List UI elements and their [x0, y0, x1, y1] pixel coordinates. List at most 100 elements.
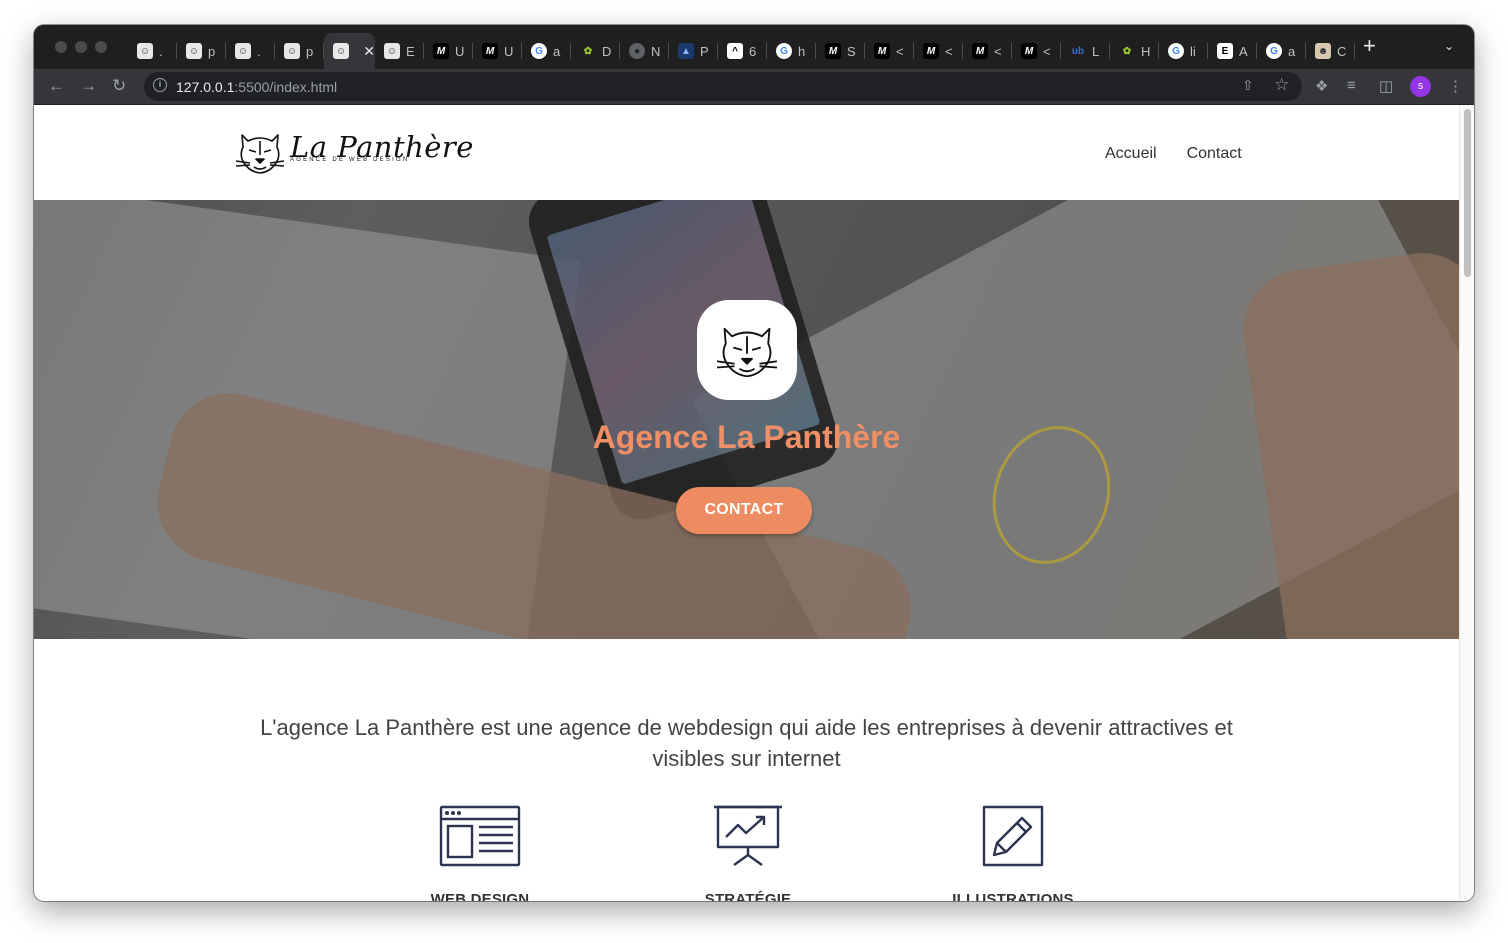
medium-favicon-icon: M	[874, 43, 890, 59]
tab-search-chevron-icon[interactable]: ⌄	[1444, 39, 1454, 53]
browser-tab[interactable]: ☺.	[128, 33, 177, 69]
medium-favicon-icon: M	[482, 43, 498, 59]
hero-title: Agence La Panthère	[592, 419, 901, 455]
site-info-icon[interactable]: i	[153, 78, 167, 92]
url-text[interactable]: 127.0.0.1:5500/index.html	[176, 79, 337, 95]
medium-favicon-icon: M	[923, 43, 939, 59]
new-tab-button[interactable]: +	[1363, 35, 1376, 57]
tab-title: L	[1092, 43, 1100, 59]
browser-tab[interactable]: M <	[865, 33, 914, 69]
service-label: ILLUSTRATIONS	[952, 891, 1074, 901]
browser-menu-icon[interactable]: ⋮	[1448, 77, 1463, 95]
service-label: STRATÉGIE	[704, 891, 792, 901]
tab-title: S	[847, 43, 856, 59]
browser-tab[interactable]: ☺ ✕	[324, 33, 375, 69]
share-icon[interactable]: ⇧	[1242, 77, 1254, 94]
side-panel-icon[interactable]: ◫	[1379, 77, 1393, 95]
bookmark-star-icon[interactable]: ☆	[1274, 75, 1289, 95]
browser-tab[interactable]: ☺ E	[375, 33, 424, 69]
panther-favicon-icon: ☺	[186, 43, 202, 59]
panther-favicon-icon: ☺	[284, 43, 300, 59]
service-illustrations: ILLUSTRATIONS	[903, 805, 1123, 901]
site-header: La Panthère AGENCE DE WEB DESIGN Accueil…	[34, 105, 1459, 200]
hero-banner: Agence La Panthère CONTACT	[34, 200, 1459, 639]
tab-title: A	[1239, 43, 1248, 59]
arrow-favicon-icon: ^	[727, 43, 743, 59]
medium-favicon-icon: M	[1021, 43, 1037, 59]
reading-list-icon[interactable]: ≡	[1347, 77, 1356, 94]
profile-avatar[interactable]: s	[1410, 76, 1431, 97]
browser-tab[interactable]: M <	[914, 33, 963, 69]
tab-list: ☺. ☺ p ☺. ☺ p ☺ ✕ ☺ E M U M U Ga ✿ D ● N ▲ P ^ 6 Gh M S M < M < M < M < ub…	[128, 33, 1355, 69]
panther-favicon-icon: ☺	[235, 43, 251, 59]
extensions-puzzle-icon[interactable]: ❖	[1315, 77, 1328, 95]
browser-tab[interactable]: ▲ P	[669, 33, 718, 69]
browser-tab[interactable]: ✿ D	[571, 33, 620, 69]
forward-arrow-icon[interactable]: →	[80, 76, 97, 96]
logo-subtitle: AGENCE DE WEB DESIGN	[290, 157, 410, 163]
google-favicon-icon: G	[531, 43, 547, 59]
browser-tab[interactable]: ub L	[1061, 33, 1110, 69]
service-web-design: WEB DESIGN	[370, 805, 590, 901]
browser-tab[interactable]: ^ 6	[718, 33, 767, 69]
tab-title: a	[1288, 43, 1296, 59]
google-favicon-icon: G	[1168, 43, 1184, 59]
minimize-window-button[interactable]	[75, 41, 87, 53]
browser-toolbar: ← → ↻ i 127.0.0.1:5500/index.html ⇧ ☆ ❖ …	[34, 69, 1474, 104]
browser-tab[interactable]: ☺.	[226, 33, 275, 69]
e-favicon-icon: E	[1217, 43, 1233, 59]
browser-tab[interactable]: MS	[816, 33, 865, 69]
site-logo[interactable]: La Panthère AGENCE DE WEB DESIGN	[232, 125, 473, 179]
tab-title: p	[208, 43, 216, 59]
tab-title: <	[1043, 43, 1051, 59]
browser-tab[interactable]: M <	[963, 33, 1012, 69]
browser-tab[interactable]: Ga	[522, 33, 571, 69]
browser-tab[interactable]: Gli	[1159, 33, 1208, 69]
main-nav: Accueil Contact	[1105, 145, 1242, 163]
browser-window: ☺. ☺ p ☺. ☺ p ☺ ✕ ☺ E M U M U Ga ✿ D ● N ▲ P ^ 6 Gh M S M < M < M < M < ub…	[34, 25, 1474, 901]
browser-tab[interactable]: ☺ p	[177, 33, 226, 69]
page-viewport: La Panthère AGENCE DE WEB DESIGN Accueil…	[34, 105, 1474, 901]
logo-wordmark: La Panthère AGENCE DE WEB DESIGN	[290, 125, 473, 179]
service-strategie: STRATÉGIE	[638, 805, 858, 901]
reload-icon[interactable]: ↻	[112, 76, 126, 96]
leaf-favicon-icon: ✿	[1122, 45, 1132, 57]
globe-favicon-icon: ●	[629, 43, 645, 59]
browser-tab[interactable]: MU	[473, 33, 522, 69]
browser-tab[interactable]: ● N	[620, 33, 669, 69]
browser-tab[interactable]: M <	[1012, 33, 1061, 69]
browser-tab[interactable]: ☻ C	[1306, 33, 1355, 69]
close-tab-icon[interactable]: ✕	[363, 43, 375, 60]
browser-tab[interactable]: Gh	[767, 33, 816, 69]
tab-title: a	[553, 43, 561, 59]
nav-accueil-link[interactable]: Accueil	[1105, 145, 1157, 163]
google-favicon-icon: G	[776, 43, 792, 59]
nav-contact-link[interactable]: Contact	[1187, 145, 1242, 163]
service-label: WEB DESIGN	[430, 891, 530, 901]
tab-title: D	[602, 43, 612, 59]
medium-favicon-icon: M	[972, 43, 988, 59]
maximize-window-button[interactable]	[95, 41, 107, 53]
panther-favicon-icon: ☺	[333, 43, 349, 59]
tab-title: .	[159, 43, 163, 59]
browser-tab[interactable]: MU	[424, 33, 473, 69]
back-arrow-icon[interactable]: ←	[48, 76, 65, 96]
panther-head-icon	[716, 327, 778, 378]
close-window-button[interactable]	[55, 41, 67, 53]
tab-title: p	[306, 43, 314, 59]
scrollbar-thumb[interactable]	[1464, 109, 1471, 277]
tab-title: li	[1190, 43, 1196, 59]
tab-strip: ☺. ☺ p ☺. ☺ p ☺ ✕ ☺ E M U M U Ga ✿ D ● N ▲ P ^ 6 Gh M S M < M < M < M < ub…	[34, 25, 1474, 69]
address-bar[interactable]: i 127.0.0.1:5500/index.html ⇧ ☆	[144, 72, 1302, 101]
tab-title: .	[257, 43, 261, 59]
browser-tab[interactable]: EA	[1208, 33, 1257, 69]
page-scrollbar[interactable]	[1459, 105, 1474, 901]
browser-tab[interactable]: Ga	[1257, 33, 1306, 69]
intro-text: L'agence La Panthère est une agence de w…	[260, 715, 1233, 771]
hero-contact-button[interactable]: CONTACT	[676, 487, 812, 534]
medium-favicon-icon: M	[825, 43, 841, 59]
web-layout-icon	[439, 805, 521, 867]
browser-tab[interactable]: ☺ p	[275, 33, 324, 69]
browser-tab[interactable]: ✿ H	[1110, 33, 1159, 69]
tab-title: h	[798, 43, 806, 59]
